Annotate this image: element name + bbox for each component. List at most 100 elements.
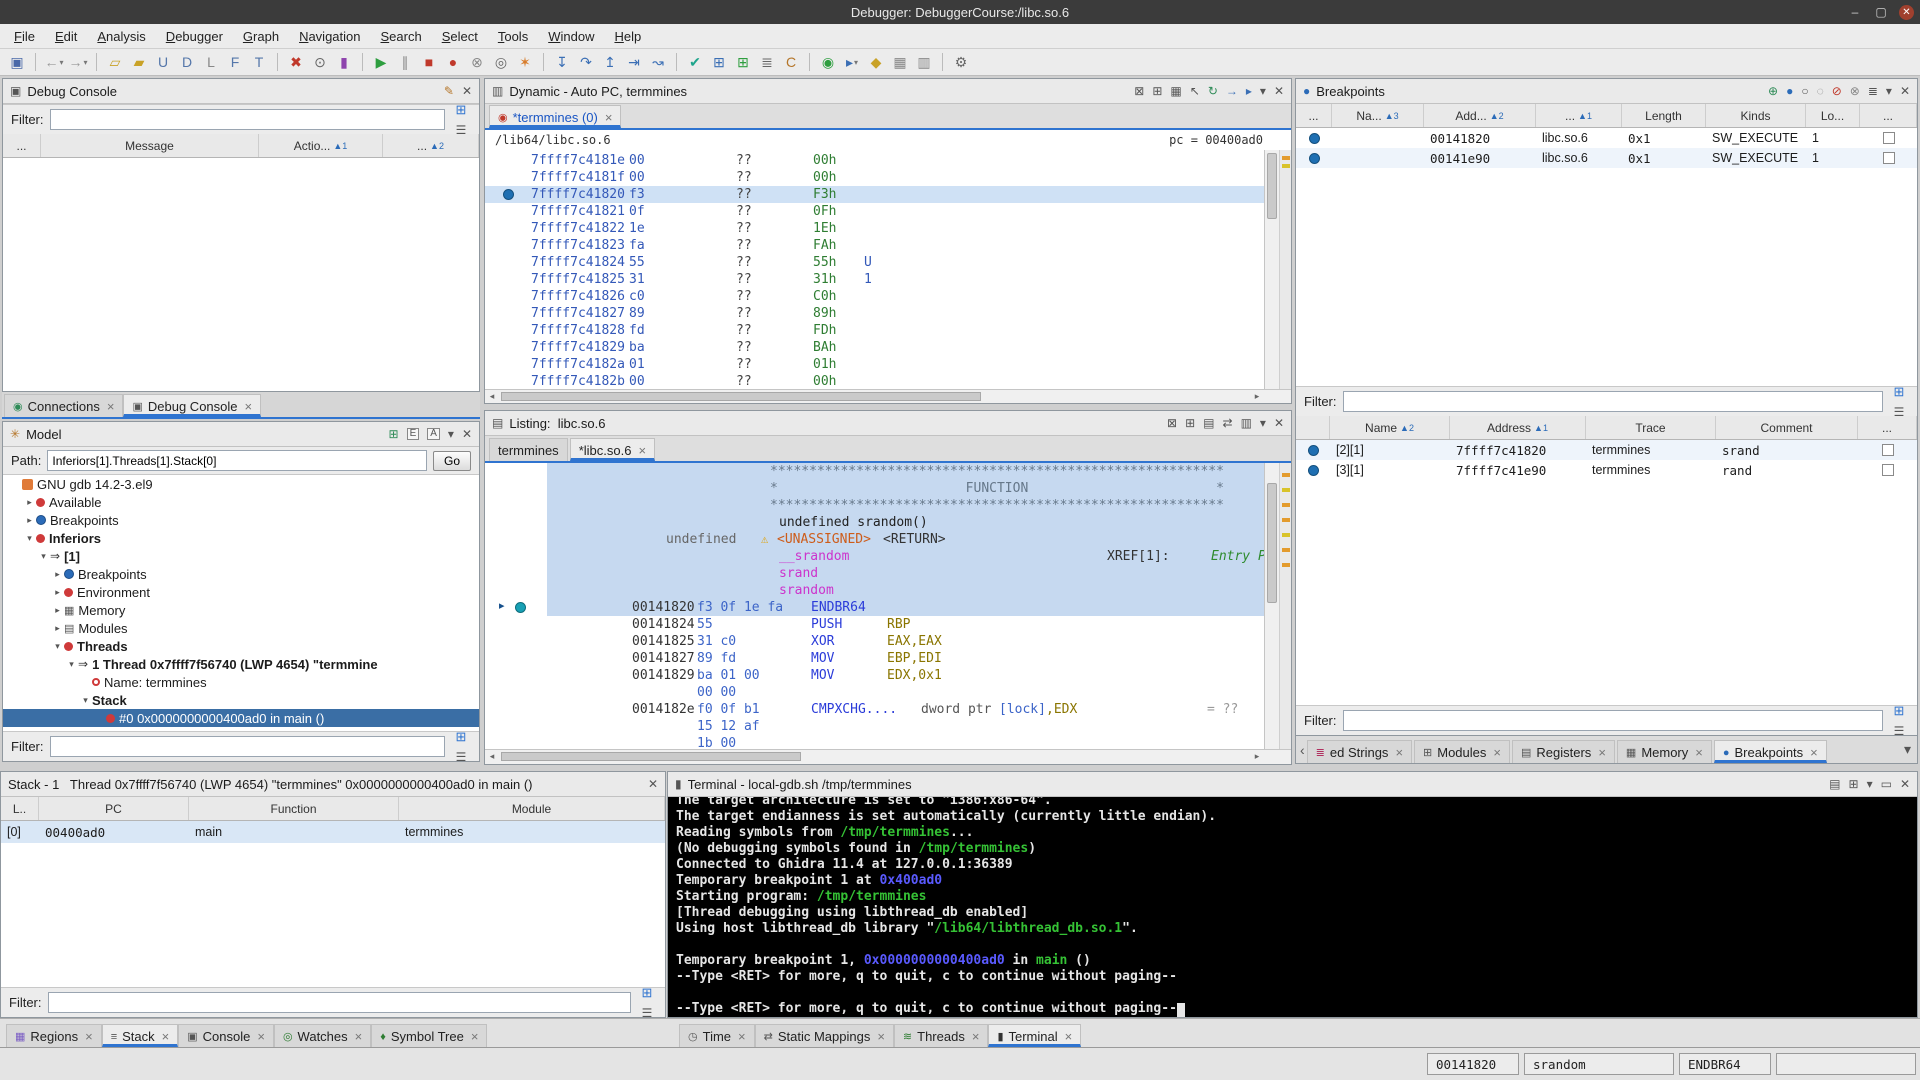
toolbar-mark-l-icon[interactable]: L bbox=[200, 51, 222, 73]
save-breakpoints-icon[interactable]: ⊕ bbox=[1768, 85, 1778, 97]
tab-close-icon[interactable]: × bbox=[972, 1029, 980, 1044]
toolbar-snapshot-icon[interactable]: ⊙ bbox=[309, 51, 331, 73]
memory-row[interactable]: 7ffff7c41827 89?? 89h bbox=[485, 305, 1264, 322]
clear-all-icon[interactable]: ⊗ bbox=[1850, 85, 1860, 97]
toolbar-step-into-icon[interactable]: ↧ bbox=[551, 51, 573, 73]
toolbar-mark-f-icon[interactable]: F bbox=[224, 51, 246, 73]
toolbar-diamond-icon[interactable]: ◆ bbox=[865, 51, 887, 73]
row-checkbox[interactable] bbox=[1882, 152, 1895, 164]
column-header-na[interactable]: Na... ▲3 bbox=[1332, 104, 1424, 127]
disable-breakpoint-icon[interactable]: ○ bbox=[1801, 85, 1808, 97]
clone-window-icon[interactable]: ⊞ bbox=[1152, 85, 1162, 97]
edit-fields-icon[interactable]: ▤ bbox=[1203, 417, 1214, 429]
menu-item-help[interactable]: Help bbox=[604, 26, 651, 47]
tab-termmines-trace[interactable]: ◉ *termmines (0) × bbox=[489, 105, 622, 128]
tree-node[interactable]: GNU gdb 14.2-3.el9 bbox=[3, 475, 479, 493]
toolbar-step-last-icon[interactable]: ⇥ bbox=[623, 51, 645, 73]
column-header-comment[interactable]: Comment bbox=[1716, 416, 1858, 439]
stack-header[interactable]: Stack - 1 Thread 0x7ffff7f56740 (LWP 465… bbox=[1, 772, 665, 797]
horizontal-scrollbar[interactable]: ◂ ▸ bbox=[485, 749, 1291, 764]
listing-row[interactable]: ****************************************… bbox=[547, 463, 1264, 480]
settings-dropdown-icon[interactable]: ▾ bbox=[448, 428, 454, 440]
clone-window-icon[interactable]: ⊞ bbox=[1849, 778, 1859, 790]
listing-row[interactable]: undefined ⚠ <UNASSIGNED> <RETURN> bbox=[547, 531, 1264, 548]
byte-columns-icon[interactable]: ▦ bbox=[1170, 85, 1181, 97]
settings-dropdown-icon[interactable]: ▾ bbox=[1867, 778, 1873, 790]
horizontal-scrollbar[interactable]: ◂ ▸ bbox=[485, 389, 1291, 403]
tab-close-icon[interactable]: × bbox=[162, 1029, 170, 1044]
column-header-kinds[interactable]: Kinds bbox=[1706, 104, 1806, 127]
memory-row[interactable]: 7ffff7c4181e 00?? 00h bbox=[485, 152, 1264, 169]
tree-node[interactable]: ▸ ▦ Memory bbox=[3, 601, 479, 619]
filter-table-icon[interactable]: ⊞ bbox=[637, 983, 657, 1003]
tree-expander-icon[interactable]: ▸ bbox=[51, 623, 64, 634]
settings-dropdown-icon[interactable]: ▾ bbox=[1260, 417, 1266, 429]
column-header-[interactable]: ... bbox=[1296, 104, 1332, 127]
listing-row[interactable]: 00 00 bbox=[547, 684, 1264, 701]
row-checkbox[interactable] bbox=[1882, 132, 1895, 144]
tree-expander-icon[interactable]: ▸ bbox=[51, 605, 64, 616]
column-header-length[interactable]: Length bbox=[1622, 104, 1706, 127]
model-filter-input[interactable] bbox=[49, 736, 445, 757]
tree-node[interactable]: ▸ Environment bbox=[3, 583, 479, 601]
locations-filter-input[interactable] bbox=[1342, 710, 1883, 731]
bottom-tab-watches[interactable]: ◎ Watches × bbox=[273, 1024, 372, 1047]
scroll-right-icon[interactable]: ▸ bbox=[1250, 390, 1264, 403]
toolbar-skip-icon[interactable]: ↝ bbox=[647, 51, 669, 73]
dynamic-header[interactable]: ▥ Dynamic - Auto PC, termmines ⊠ ⊞ ▦ ↖ ↻ → ▸ ▾ ✕ bbox=[485, 79, 1291, 104]
listing-row[interactable]: 1b 00 bbox=[547, 735, 1264, 749]
breakpoint-row[interactable]: 00141e90 libc.so.6 0x1 SW_EXECUTE 1 bbox=[1296, 148, 1917, 168]
memory-row[interactable]: 7ffff7c41828 fd?? FDh bbox=[485, 322, 1264, 339]
listing-row[interactable]: 00141825 31 c0 XOR EAX,EAX bbox=[547, 633, 1264, 650]
toolbar-debug-bug-icon[interactable]: ✶ bbox=[514, 51, 536, 73]
clear-console-icon[interactable]: ✎ bbox=[444, 85, 454, 97]
memory-row[interactable]: 7ffff7c4181f 00?? 00h bbox=[485, 169, 1264, 186]
go-to-icon[interactable]: → bbox=[1226, 85, 1238, 97]
navigate-icon[interactable]: ▸ bbox=[1246, 85, 1252, 97]
bottom-tab-threads[interactable]: ≋ Threads × bbox=[893, 1024, 989, 1047]
tab-termmines[interactable]: termmines bbox=[489, 438, 568, 461]
table-columns-icon[interactable]: ≣ bbox=[1868, 85, 1878, 97]
tree-node[interactable]: ▾ Threads bbox=[3, 637, 479, 655]
debug-console-body[interactable] bbox=[3, 158, 479, 391]
tree-expander-icon[interactable]: ▸ bbox=[23, 515, 36, 526]
minimize-button[interactable]: – bbox=[1847, 5, 1863, 19]
listing-row[interactable]: undefined srandom() bbox=[547, 514, 1264, 531]
scroll-tabs-left-icon[interactable]: ‹ bbox=[1300, 742, 1305, 758]
toolbar-compute-icon[interactable]: C bbox=[780, 51, 802, 73]
tab-close-icon[interactable]: × bbox=[1493, 745, 1501, 760]
copy-icon[interactable]: ⊠ bbox=[1167, 417, 1177, 429]
menu-item-analysis[interactable]: Analysis bbox=[87, 26, 155, 47]
toolbar-interrupt-icon[interactable]: ∥ bbox=[394, 51, 416, 73]
expand-all-icon[interactable]: E bbox=[406, 428, 420, 440]
model-path-input[interactable] bbox=[47, 450, 427, 471]
bottom-tab-terminal[interactable]: ▮ Terminal × bbox=[988, 1024, 1082, 1047]
listing-header[interactable]: ▤ Listing: libc.so.6 ⊠ ⊞ ▤ ⇄ ▥ ▾ ✕ bbox=[485, 411, 1291, 436]
menu-item-graph[interactable]: Graph bbox=[233, 26, 289, 47]
listing-row[interactable]: 00141824 55 PUSH RBP bbox=[547, 616, 1264, 633]
tab-libc-so-6[interactable]: *libc.so.6 × bbox=[569, 438, 656, 461]
breakpoint-marker-icon[interactable] bbox=[502, 189, 514, 200]
tree-expander-icon[interactable]: ▾ bbox=[23, 533, 36, 544]
listing-row[interactable]: srandom bbox=[547, 582, 1264, 599]
listing-row[interactable]: 0014182e f0 0f b1 CMPXCHG.... dword ptr [lo… bbox=[547, 701, 1264, 718]
bottom-tab-symbol-tree[interactable]: ♦ Symbol Tree × bbox=[371, 1024, 488, 1047]
filter-table-icon[interactable]: ⊞ bbox=[451, 100, 471, 120]
toolbar-run-script-icon[interactable]: ◉ bbox=[817, 51, 839, 73]
maximize-button[interactable]: ▢ bbox=[1873, 5, 1889, 19]
model-header[interactable]: ✳ Model ⊞ E A ▾ ✕ bbox=[3, 422, 479, 447]
tab-close-icon[interactable]: × bbox=[1395, 745, 1403, 760]
menu-item-tools[interactable]: Tools bbox=[488, 26, 538, 47]
toolbar-resume-icon[interactable]: ▶ bbox=[370, 51, 392, 73]
tab-close-icon[interactable]: × bbox=[245, 399, 253, 414]
tab-list-dropdown-icon[interactable]: ▾ bbox=[1904, 741, 1911, 758]
menu-item-file[interactable]: File bbox=[4, 26, 45, 47]
listing-row[interactable]: 00141820 f3 0f 1e fa ENDBR64 bbox=[547, 599, 1264, 616]
close-icon[interactable]: ✕ bbox=[1274, 417, 1284, 429]
tree-node[interactable]: Name: termmines bbox=[3, 673, 479, 691]
toolbar-step-over-icon[interactable]: ↷ bbox=[575, 51, 597, 73]
toolbar-list-icon[interactable]: ≣ bbox=[756, 51, 778, 73]
column-header-l[interactable]: L.. bbox=[1, 797, 39, 820]
auto-update-icon[interactable]: ↻ bbox=[1208, 85, 1218, 97]
row-checkbox[interactable] bbox=[1881, 444, 1894, 456]
